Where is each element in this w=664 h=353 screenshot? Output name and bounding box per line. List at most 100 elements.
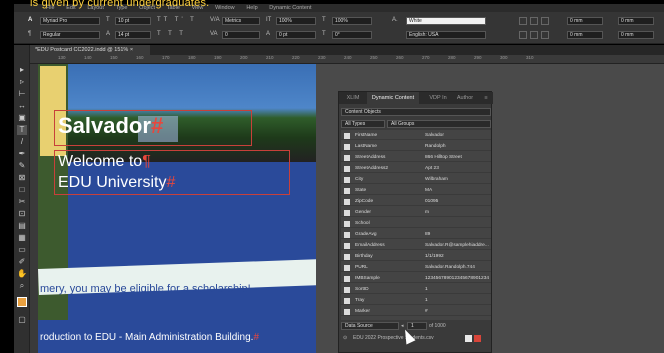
pencil-tool-icon[interactable]: ✎ (17, 161, 27, 171)
tracking-field[interactable]: 0 (222, 31, 260, 39)
groups-filter-select[interactable]: All Groups (387, 120, 491, 128)
scissors-icon[interactable]: ✂ (17, 197, 27, 207)
font-size-field[interactable]: 10 pt (115, 17, 151, 25)
vertical-scale-icon: IT (266, 17, 272, 23)
menu-window[interactable]: Window (215, 4, 235, 12)
caps-buttons[interactable]: TT T' T (157, 16, 197, 24)
fill-swatch-icon[interactable] (17, 297, 27, 307)
align-right-icon[interactable] (541, 17, 549, 25)
welcome-line[interactable]: Welcome to¶ (58, 153, 151, 171)
type-tool-icon[interactable]: T (17, 125, 27, 135)
justify-center-icon[interactable] (530, 31, 538, 39)
font-style-field[interactable]: Regular (40, 31, 100, 39)
field-name: SortID (355, 287, 369, 292)
data-source-select[interactable]: Data Source (341, 322, 399, 330)
rectangle-frame-icon[interactable]: ⊠ (17, 173, 27, 183)
document-page[interactable]: Salvador# Welcome to¶ EDU University# me… (38, 64, 316, 353)
field-value: # (425, 309, 428, 314)
note-tool-icon[interactable]: ▭ (17, 245, 27, 255)
field-name: IMBSample (355, 276, 380, 281)
content-objects-select[interactable]: Content Objects (341, 108, 491, 116)
fill-color-icon[interactable]: A. (392, 16, 398, 24)
recipient-name[interactable]: Salvador# (58, 113, 163, 139)
field-row[interactable]: Marker # (341, 308, 491, 317)
free-transform-icon[interactable]: ⊡ (17, 209, 27, 219)
document-tab[interactable]: *EDU Postcard CC2022.indd @ 151% × (30, 45, 150, 55)
rectangle-tool-icon[interactable]: □ (17, 185, 27, 195)
content-collector-icon[interactable]: ▣ (17, 113, 27, 123)
preview-icon[interactable] (465, 335, 472, 342)
right-indent-field[interactable]: 0 mm (567, 31, 603, 39)
align-center-icon[interactable] (530, 17, 538, 25)
align-left-icon[interactable] (519, 17, 527, 25)
direct-selection-icon[interactable]: ▹ (17, 77, 27, 87)
leading-field[interactable]: 14 pt (115, 31, 151, 39)
field-row[interactable]: PURL Salvador.Randolph.744 (341, 264, 491, 273)
gap-tool-icon[interactable]: ↔ (17, 101, 27, 111)
left-indent-field[interactable]: 0 mm (567, 17, 603, 25)
justify-left-icon[interactable] (519, 31, 527, 39)
field-row[interactable]: Tray 1 (341, 297, 491, 306)
pen-tool-icon[interactable]: ✒ (17, 149, 27, 159)
field-row[interactable]: Gender m (341, 209, 491, 218)
horizontal-scale-field[interactable]: 100% (332, 17, 372, 25)
field-row[interactable]: StreetAddress 866 Hilltop Street (341, 154, 491, 163)
tab-dynamic-content[interactable]: Dynamic Content (367, 92, 419, 104)
close-icon[interactable]: × (130, 47, 133, 53)
field-row[interactable]: School (341, 220, 491, 229)
screen-mode-icon[interactable]: ▢ (17, 315, 27, 325)
space-after-field[interactable]: 0 mm (618, 31, 654, 39)
line-tool-icon[interactable]: / (17, 137, 27, 147)
baseline-field[interactable]: 0 pt (276, 31, 316, 39)
field-row[interactable]: ZipCode 01095 (341, 198, 491, 207)
field-name: GradeAvg (355, 232, 377, 237)
justify-right-icon[interactable] (541, 31, 549, 39)
field-row[interactable]: SortID 1 (341, 286, 491, 295)
scholarship-text[interactable]: mery, you may be eligible for a scholars… (40, 283, 251, 295)
panel-menu-icon[interactable]: ≡ (481, 92, 491, 104)
field-row[interactable]: State MA (341, 187, 491, 196)
underline-buttons[interactable]: T T T (157, 30, 186, 38)
field-row[interactable]: IMBSample 1234567890123456789012345... (341, 275, 491, 284)
field-value: 89 (425, 232, 431, 237)
field-value: Salvador.Randolph.744 (425, 265, 475, 270)
zoom-tool-icon[interactable]: ⌕ (17, 281, 27, 291)
gradient-feather-icon[interactable]: ▦ (17, 233, 27, 243)
field-row[interactable]: StreetAddress2 Apt 23 (341, 165, 491, 174)
paragraph-mode-icon[interactable]: ¶ (28, 30, 31, 38)
language-field[interactable]: English: USA (406, 31, 486, 39)
menu-dynamic-content[interactable]: Dynamic Content (269, 4, 311, 12)
tab-author[interactable]: Author (451, 92, 479, 104)
eyedropper-icon[interactable]: ✐ (17, 257, 27, 267)
previous-record-icon[interactable]: ◂ (401, 322, 404, 330)
kerning-field[interactable]: Metrics (222, 17, 260, 25)
data-file-name[interactable]: EDU 2022 Prospective S...dents.csv (353, 334, 434, 342)
tab-vdp[interactable]: VDP In (425, 92, 451, 104)
university-line[interactable]: EDU University# (58, 174, 175, 192)
fill-color-field[interactable]: White (406, 17, 486, 25)
field-row[interactable]: City Wilbraham (341, 176, 491, 185)
ruler-tick: 140 (84, 55, 92, 60)
field-row[interactable]: Birthday 1/1/1992 (341, 253, 491, 262)
intro-text[interactable]: roduction to EDU - Main Administration B… (40, 332, 259, 343)
page-tool-icon[interactable]: ⊢ (17, 89, 27, 99)
font-family-field[interactable]: Myriad Pro (40, 17, 100, 25)
pilcrow-mark: ¶ (142, 153, 151, 170)
hand-tool-icon[interactable]: ✋ (17, 269, 27, 279)
field-row[interactable]: LastName Randolph (341, 143, 491, 152)
character-mode-icon[interactable]: A (28, 16, 32, 24)
selection-tool-icon[interactable]: ▸ (17, 65, 27, 75)
menu-help[interactable]: Help (246, 4, 257, 12)
types-filter-select[interactable]: All Types (341, 120, 385, 128)
vertical-scale-field[interactable]: 100% (276, 17, 316, 25)
space-before-field[interactable]: 0 mm (618, 17, 654, 25)
field-row[interactable]: GradeAvg 89 (341, 231, 491, 240)
text-field-icon (344, 265, 350, 271)
horizontal-scale-icon: T (322, 17, 326, 23)
skew-field[interactable]: 0° (332, 31, 372, 39)
tab-xlim[interactable]: XLIM (341, 92, 365, 104)
field-row[interactable]: EmailAddress Salvador.R@samplehiaddre... (341, 242, 491, 251)
field-row[interactable]: FirstName Salvador (341, 132, 491, 141)
gradient-swatch-icon[interactable]: ▤ (17, 221, 27, 231)
export-pdf-icon[interactable] (474, 335, 481, 342)
